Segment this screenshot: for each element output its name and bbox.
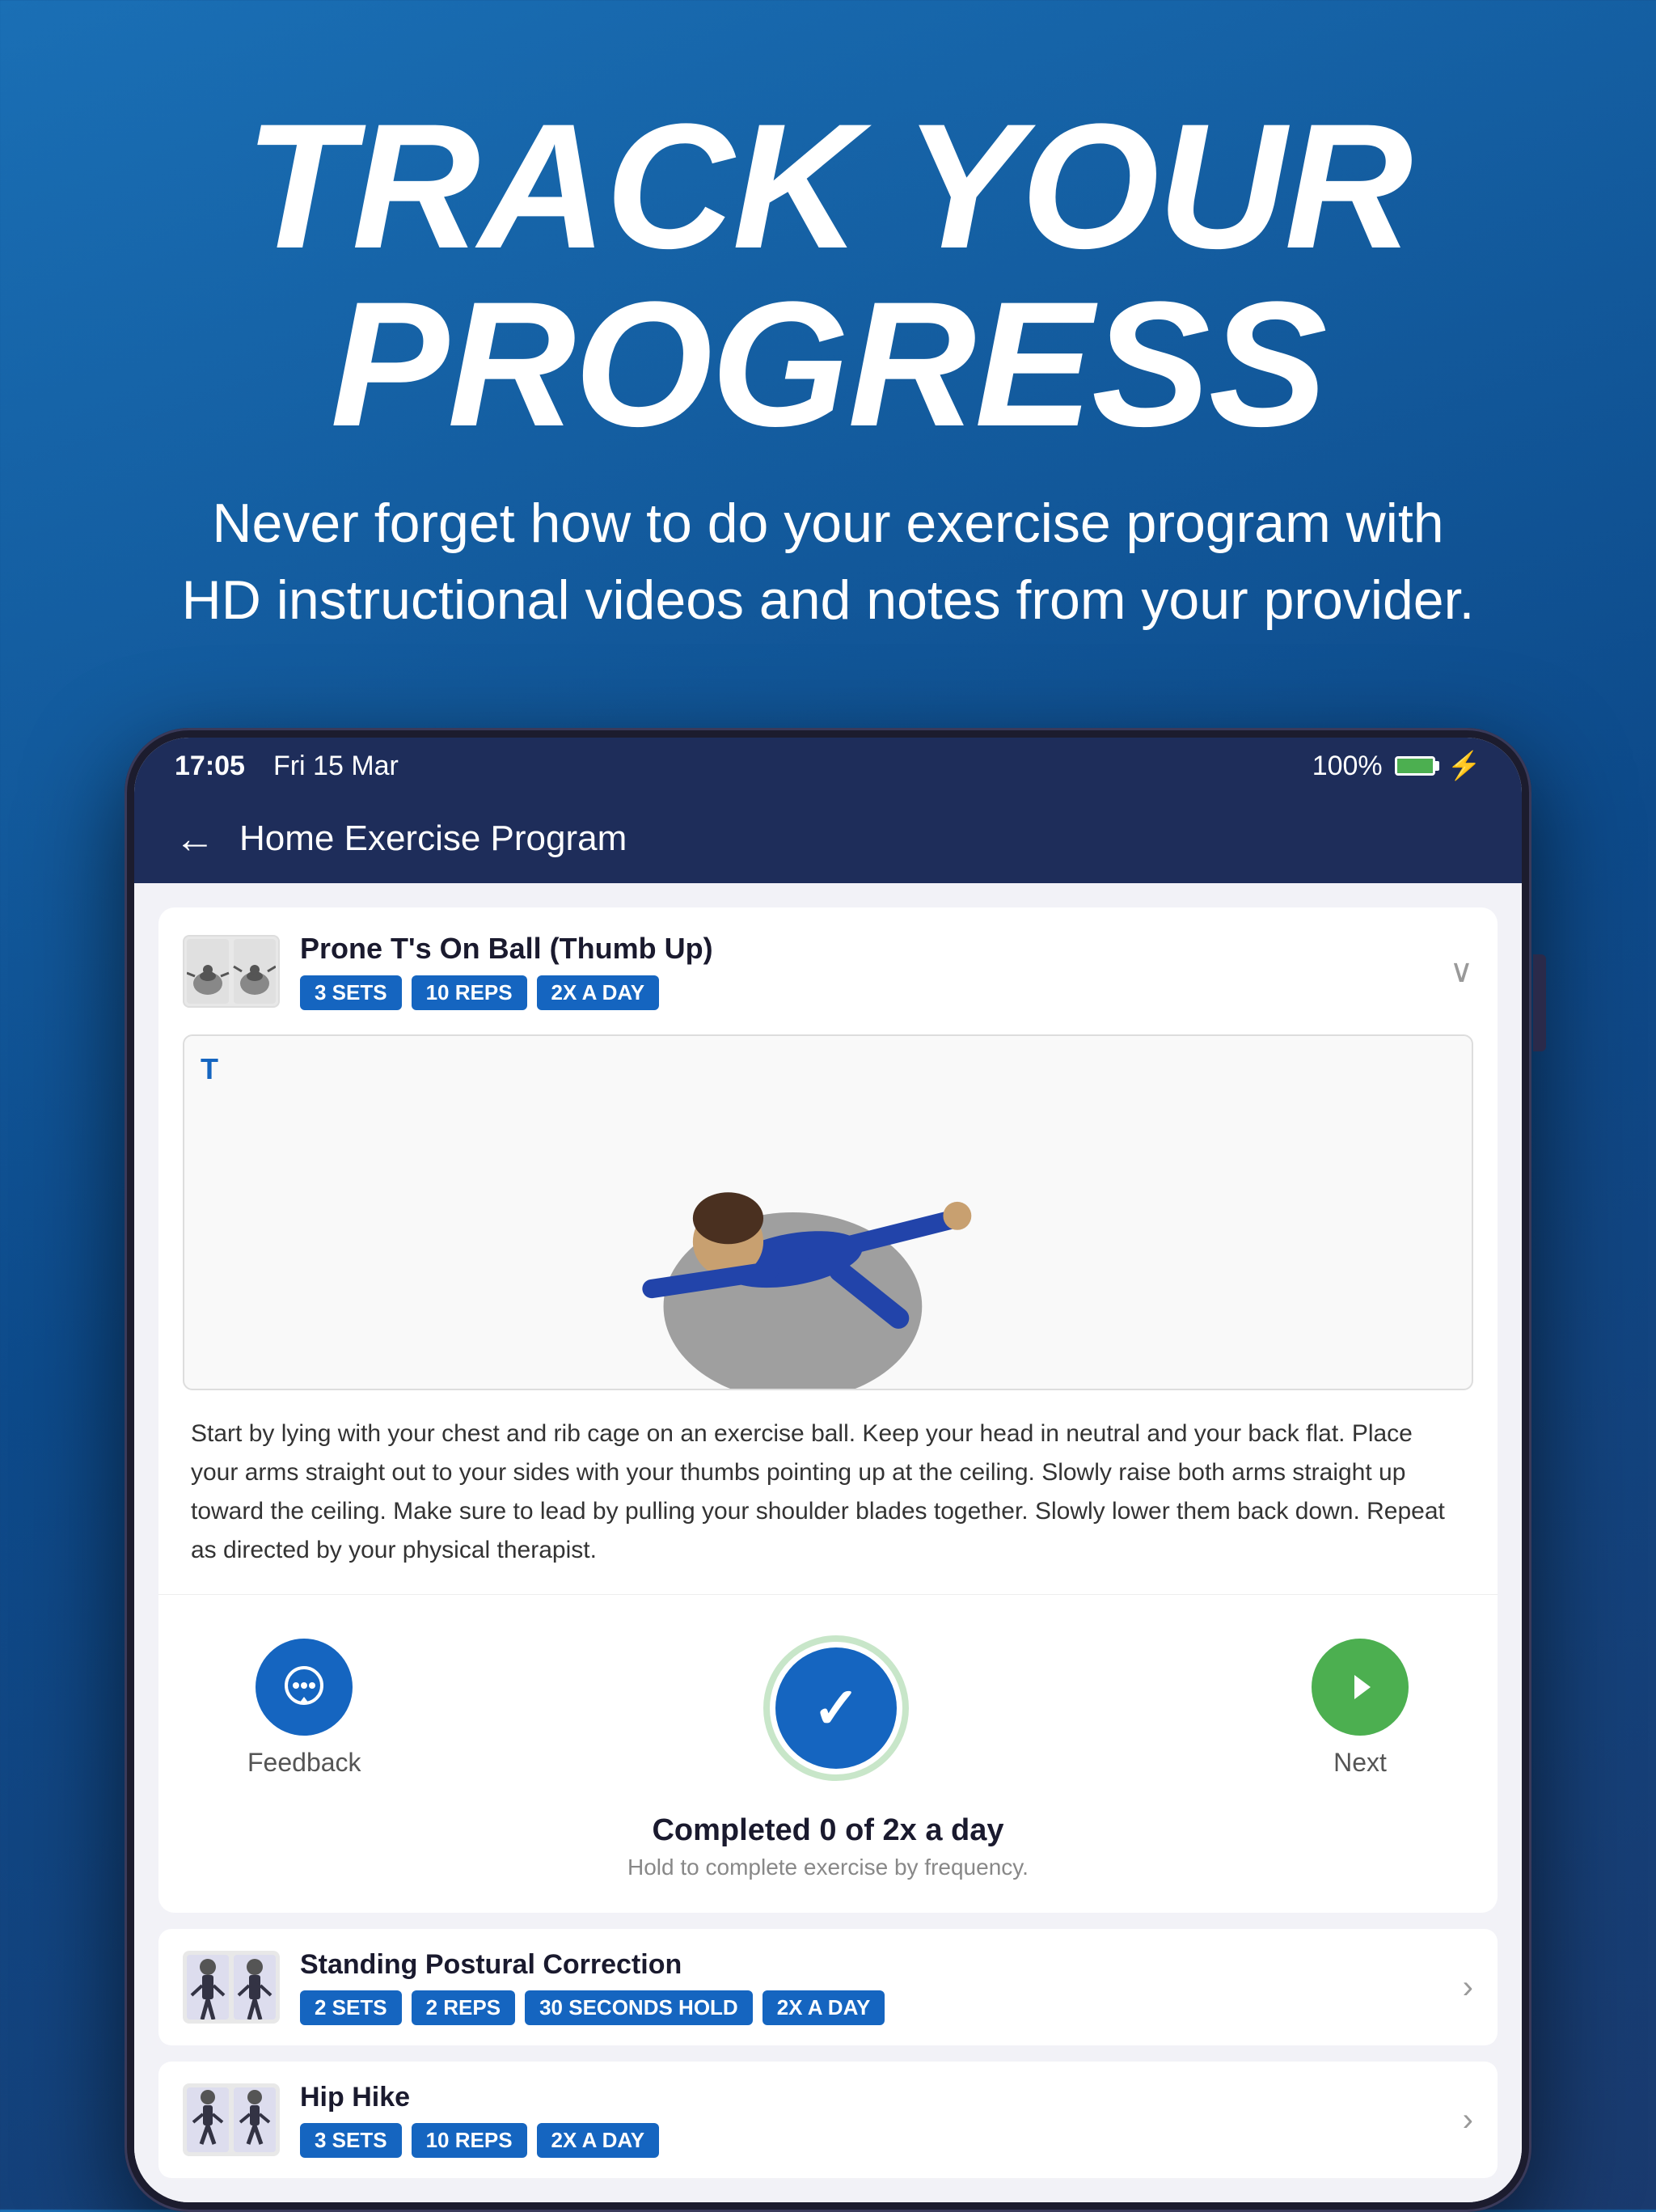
- battery-bar: [1395, 756, 1435, 776]
- exercise-description: Start by lying with your chest and rib c…: [158, 1390, 1498, 1595]
- exercise-thumbnail: [183, 935, 280, 1008]
- list-thumb-svg-2: [187, 2087, 276, 2152]
- list-chevron-icon-1: ›: [1463, 1969, 1473, 2006]
- list-item-1[interactable]: Standing Postural Correction 2 SETS 2 RE…: [158, 1929, 1498, 2045]
- hero-section: TRACK YOUR PROGRESS Never forget how to …: [0, 0, 1656, 704]
- content-area: Prone T's On Ball (Thumb Up) 3 SETS 10 R…: [134, 883, 1522, 2202]
- list-tags-2: 3 SETS 10 REPS 2X A DAY: [300, 2123, 1443, 2158]
- tablet-screen: 17:05 Fri 15 Mar 100% ⚡ ← Home Exercise …: [134, 738, 1522, 2202]
- battery-fill: [1397, 759, 1433, 773]
- list-tag-reps: 2 REPS: [412, 1990, 516, 2025]
- status-time: 17:05: [175, 751, 245, 782]
- hero-title: TRACK YOUR PROGRESS: [81, 97, 1575, 453]
- list-info-1: Standing Postural Correction 2 SETS 2 RE…: [300, 1949, 1443, 2025]
- status-bar: 17:05 Fri 15 Mar 100% ⚡: [134, 738, 1522, 794]
- battery-percentage: 100%: [1312, 751, 1383, 782]
- list-tag-sets: 2 SETS: [300, 1990, 402, 2025]
- exercise-chevron-icon: ∨: [1450, 953, 1473, 990]
- completed-title: Completed 0 of 2x a day: [207, 1813, 1449, 1848]
- tag-frequency: 2X A DAY: [537, 975, 660, 1010]
- complete-inner-circle: ✓: [775, 1647, 897, 1769]
- checkmark-icon: ✓: [813, 1675, 860, 1741]
- list2-tag-sets: 3 SETS: [300, 2123, 402, 2158]
- app-bar-title: Home Exercise Program: [239, 818, 627, 859]
- exercise-illustration: [184, 1036, 1472, 1389]
- back-button[interactable]: ←: [175, 815, 215, 862]
- feedback-icon: [280, 1663, 328, 1711]
- next-button[interactable]: Next: [1312, 1639, 1409, 1778]
- next-label: Next: [1333, 1748, 1387, 1778]
- list2-tag-freq: 2X A DAY: [537, 2123, 660, 2158]
- tag-sets: 3 SETS: [300, 975, 402, 1010]
- list2-tag-reps: 10 REPS: [412, 2123, 527, 2158]
- completed-subtitle: Hold to complete exercise by frequency.: [207, 1855, 1449, 1880]
- exercise-card: Prone T's On Ball (Thumb Up) 3 SETS 10 R…: [158, 907, 1498, 1913]
- video-watermark: T: [201, 1052, 218, 1086]
- exercise-header: Prone T's On Ball (Thumb Up) 3 SETS 10 R…: [158, 907, 1498, 1034]
- list-thumb-1: [183, 1951, 280, 2024]
- lightning-icon: ⚡: [1447, 750, 1481, 782]
- list-thumb-svg-1: [187, 1955, 276, 2020]
- list-thumb-2: [183, 2083, 280, 2156]
- list-tag-hold: 30 SECONDS HOLD: [525, 1990, 753, 2025]
- hero-subtitle: Never forget how to do your exercise pro…: [181, 485, 1475, 639]
- list-tags-1: 2 SETS 2 REPS 30 SECONDS HOLD 2X A DAY: [300, 1990, 1443, 2025]
- status-right: 100% ⚡: [1312, 750, 1481, 782]
- tag-reps: 10 REPS: [412, 975, 527, 1010]
- exercise-thumb-svg: [187, 939, 276, 1004]
- status-date: Fri 15 Mar: [273, 751, 399, 782]
- actions-row: Feedback ✓: [183, 1595, 1473, 1805]
- list-tag-freq: 2X A DAY: [763, 1990, 885, 2025]
- exercise-info: Prone T's On Ball (Thumb Up) 3 SETS 10 R…: [300, 932, 1430, 1010]
- exercise-tags: 3 SETS 10 REPS 2X A DAY: [300, 975, 1430, 1010]
- list-info-2: Hip Hike 3 SETS 10 REPS 2X A DAY: [300, 2082, 1443, 2158]
- tablet-frame: 17:05 Fri 15 Mar 100% ⚡ ← Home Exercise …: [125, 728, 1531, 2212]
- list-chevron-icon-2: ›: [1463, 2102, 1473, 2138]
- list-name-2: Hip Hike: [300, 2082, 1443, 2113]
- next-circle: [1312, 1639, 1409, 1736]
- completed-section: Completed 0 of 2x a day Hold to complete…: [183, 1805, 1473, 1913]
- complete-outer-ring: ✓: [763, 1635, 909, 1781]
- feedback-button[interactable]: Feedback: [247, 1639, 361, 1778]
- next-arrow-icon: [1340, 1667, 1380, 1707]
- feedback-circle: [256, 1639, 353, 1736]
- exercise-name: Prone T's On Ball (Thumb Up): [300, 932, 1430, 966]
- list-name-1: Standing Postural Correction: [300, 1949, 1443, 1981]
- battery-icon: [1395, 756, 1435, 776]
- app-bar: ← Home Exercise Program: [134, 794, 1522, 883]
- complete-button[interactable]: ✓: [763, 1635, 909, 1781]
- video-area[interactable]: T: [183, 1034, 1473, 1390]
- feedback-label: Feedback: [247, 1748, 361, 1778]
- tablet-wrapper: 17:05 Fri 15 Mar 100% ⚡ ← Home Exercise …: [125, 728, 1531, 2212]
- list-item-2[interactable]: Hip Hike 3 SETS 10 REPS 2X A DAY ›: [158, 2062, 1498, 2178]
